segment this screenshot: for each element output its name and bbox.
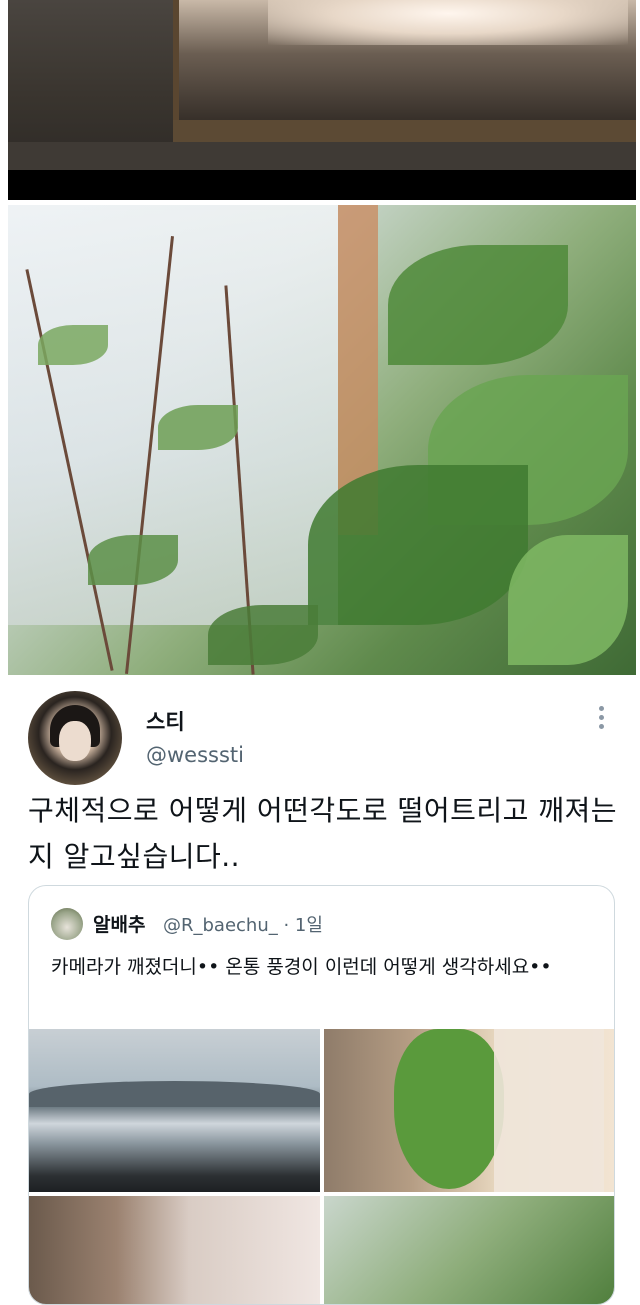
photo-plant[interactable]	[8, 205, 636, 675]
hills	[29, 1081, 320, 1107]
more-vertical-icon[interactable]	[594, 706, 608, 732]
window-sill	[173, 120, 636, 142]
tweet-text: 구체적으로 어떻게 어떤각도로 떨어트리고 깨져는지 알고싶습니다..	[28, 794, 618, 873]
quoted-display-name: 알배추	[93, 914, 146, 936]
quoted-tweet[interactable]: 알배추 @R_baechu_ · 1일 카메라가 깨졌더니•• 온통 풍경이 이…	[28, 885, 615, 1305]
quoted-tweet-text: 카메라가 깨졌더니•• 온통 풍경이 이런데 어떻게 생각하세요••	[51, 956, 552, 978]
plant-leaf	[38, 325, 108, 365]
banana-leaf	[394, 1029, 504, 1189]
photo-letterbox	[8, 170, 636, 200]
quoted-handle-time: @R_baechu_ · 1일	[163, 915, 323, 936]
plant-leaf	[208, 605, 318, 665]
plant-leaf	[158, 405, 238, 450]
avatar[interactable]	[28, 691, 122, 785]
photo-window-sill[interactable]	[8, 0, 636, 170]
shelf	[8, 142, 636, 170]
quoted-photo-interior[interactable]	[29, 1196, 320, 1304]
quoted-photo-leaf-curtain[interactable]	[324, 1029, 614, 1192]
quoted-photo-river[interactable]	[29, 1029, 320, 1192]
avatar-face	[59, 721, 91, 761]
plant-leaf	[388, 245, 568, 365]
curtain	[494, 1029, 604, 1192]
plant-leaf	[508, 535, 628, 665]
user-handle[interactable]: @wesssti	[146, 743, 244, 767]
window-glow	[268, 0, 628, 45]
plant-leaf	[88, 535, 178, 585]
quoted-photo-plant[interactable]	[324, 1196, 614, 1304]
display-name[interactable]: 스티	[146, 706, 185, 736]
plant-leaf	[308, 465, 528, 625]
quoted-avatar[interactable]	[51, 908, 83, 940]
